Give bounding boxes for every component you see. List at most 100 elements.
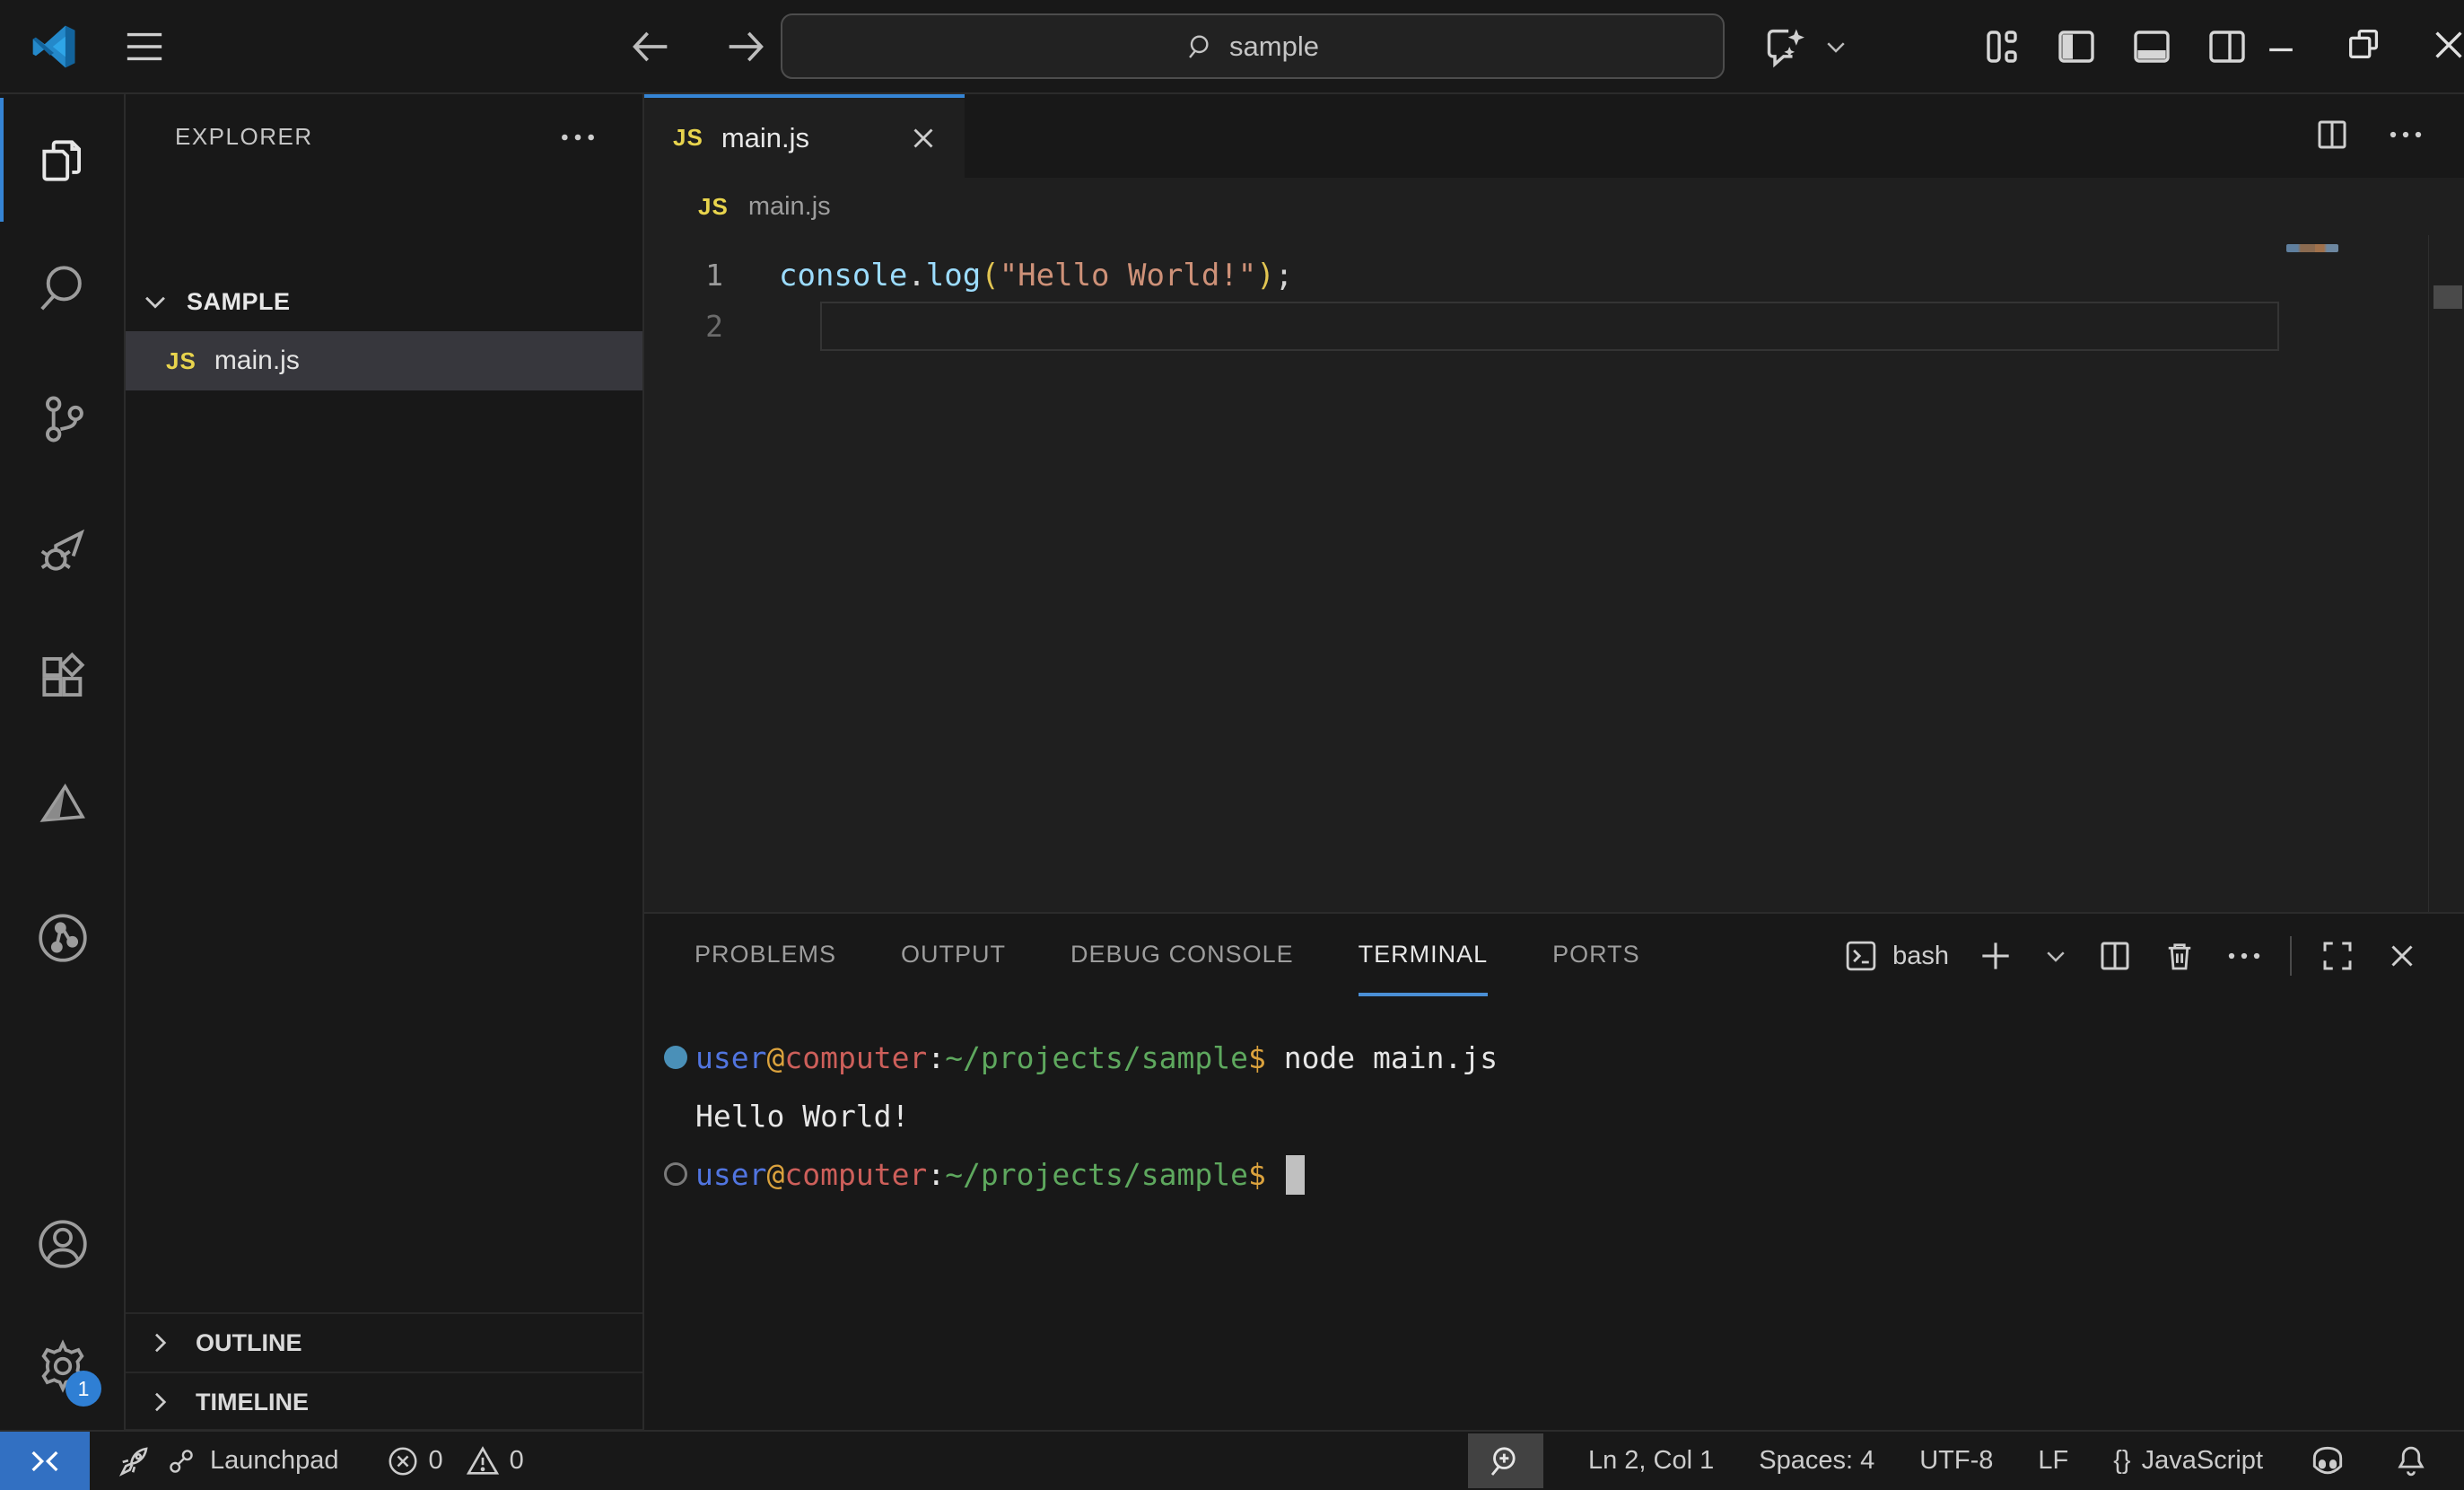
terminal-token: computer bbox=[784, 1157, 927, 1192]
breadcrumb-file: main.js bbox=[748, 192, 831, 222]
warnings-count: 0 bbox=[510, 1446, 524, 1476]
extensions-icon[interactable] bbox=[31, 647, 94, 710]
javascript-file-icon: JS bbox=[673, 124, 703, 152]
explorer-sidebar: EXPLORER SAMPLE JS main.js bbox=[126, 94, 644, 1430]
code-editor[interactable]: 1console.log("Hello World!");2 bbox=[644, 235, 2464, 912]
copilot-chevron-down-icon[interactable] bbox=[1822, 33, 1849, 60]
prompt-decoration-icon[interactable] bbox=[664, 1162, 687, 1186]
terminal-token bbox=[1266, 1157, 1284, 1192]
editor-scrollbar-slider[interactable] bbox=[2433, 285, 2462, 309]
outline-section[interactable]: OUTLINE bbox=[126, 1312, 642, 1372]
active-view-indicator bbox=[0, 98, 4, 222]
javascript-file-icon: JS bbox=[698, 193, 729, 221]
panel-tab-output[interactable]: OUTPUT bbox=[901, 916, 1006, 996]
title-bar: sample bbox=[0, 0, 2464, 94]
launchpad-status-item[interactable]: Launchpad bbox=[115, 1442, 339, 1480]
menu-icon[interactable] bbox=[124, 29, 165, 65]
remote-indicator[interactable] bbox=[0, 1432, 90, 1490]
go-forward-icon[interactable] bbox=[721, 23, 768, 70]
file-item-label: main.js bbox=[214, 346, 300, 376]
settings-badge: 1 bbox=[66, 1371, 101, 1407]
new-terminal-icon[interactable] bbox=[1976, 936, 2015, 976]
editor-scrollbar-track bbox=[2428, 235, 2429, 912]
source-control-icon[interactable] bbox=[31, 388, 94, 451]
split-terminal-icon[interactable] bbox=[2096, 937, 2134, 975]
settings-gear-icon[interactable]: 1 bbox=[31, 1335, 94, 1398]
minimize-icon[interactable] bbox=[2261, 23, 2301, 66]
code-line[interactable]: 1console.log("Hello World!"); bbox=[644, 250, 2464, 301]
panel-tab-terminal[interactable]: TERMINAL bbox=[1359, 916, 1489, 996]
token: "Hello World!" bbox=[1000, 258, 1257, 294]
tab-mainjs[interactable]: JS main.js bbox=[644, 94, 965, 178]
token: ( bbox=[981, 258, 999, 294]
run-debug-icon[interactable] bbox=[31, 519, 94, 582]
copilot-status-icon[interactable] bbox=[2308, 1442, 2347, 1481]
go-back-icon[interactable] bbox=[628, 23, 675, 70]
token: ; bbox=[1275, 258, 1293, 294]
bottom-panel: PROBLEMS OUTPUT DEBUG CONSOLE TERMINAL PORTS… bbox=[644, 912, 2464, 1430]
close-panel-icon[interactable] bbox=[2383, 937, 2421, 975]
language-mode-item[interactable]: {} JavaScript bbox=[2113, 1446, 2263, 1476]
panel-tab-problems[interactable]: PROBLEMS bbox=[695, 916, 836, 996]
launch-profile-chevron-icon[interactable] bbox=[2042, 942, 2069, 969]
command-center-search[interactable]: sample bbox=[781, 13, 1725, 79]
toggle-primary-sidebar-icon[interactable] bbox=[2055, 25, 2098, 68]
folder-section-sample[interactable]: SAMPLE bbox=[126, 274, 642, 329]
customize-layout-icon[interactable] bbox=[1983, 25, 2023, 68]
file-item-mainjs[interactable]: JS main.js bbox=[126, 331, 642, 390]
terminal-line: Hello World! bbox=[644, 1087, 2464, 1145]
errors-icon bbox=[386, 1444, 420, 1478]
terminal-token: @ bbox=[766, 1040, 784, 1075]
panel-tab-debug-console[interactable]: DEBUG CONSOLE bbox=[1070, 916, 1294, 996]
terminal-instance-bash[interactable]: bash bbox=[1842, 937, 1949, 975]
tab-label: main.js bbox=[721, 122, 809, 154]
errors-count: 0 bbox=[429, 1446, 443, 1476]
timeline-section[interactable]: TIMELINE bbox=[126, 1372, 642, 1431]
breadcrumb[interactable]: JS main.js bbox=[644, 178, 2464, 235]
notifications-bell-icon[interactable] bbox=[2392, 1442, 2430, 1480]
status-bar: Launchpad 0 0 Ln 2, Col 1 Spaces: 4 UTF-… bbox=[0, 1430, 2464, 1490]
close-window-icon[interactable] bbox=[2428, 23, 2464, 66]
command-center-text: sample bbox=[1229, 31, 1319, 63]
explorer-more-actions-icon[interactable] bbox=[558, 118, 598, 157]
zoom-status-item[interactable] bbox=[1468, 1433, 1543, 1488]
terminal[interactable]: user@computer:~/projects/sample$ node ma… bbox=[644, 998, 2464, 1430]
chevron-right-icon bbox=[145, 1388, 174, 1416]
indentation-item[interactable]: Spaces: 4 bbox=[1759, 1446, 1874, 1476]
braces-icon: {} bbox=[2113, 1446, 2130, 1476]
eol-item[interactable]: LF bbox=[2038, 1446, 2068, 1476]
maximize-panel-icon[interactable] bbox=[2319, 937, 2356, 975]
minimap[interactable] bbox=[2286, 244, 2338, 252]
search-view-icon[interactable] bbox=[31, 257, 94, 320]
toggle-secondary-sidebar-icon[interactable] bbox=[2206, 25, 2249, 68]
editor-tab-bar: JS main.js bbox=[644, 94, 2464, 178]
search-icon bbox=[1186, 32, 1215, 61]
accounts-icon[interactable] bbox=[31, 1213, 94, 1275]
kill-terminal-icon[interactable] bbox=[2161, 937, 2198, 975]
split-editor-icon[interactable] bbox=[2313, 116, 2351, 153]
terminal-token: $ bbox=[1248, 1040, 1266, 1075]
terminal-token: ~/projects/sample bbox=[945, 1040, 1248, 1075]
sidebar-title: EXPLORER bbox=[175, 123, 313, 151]
panel-tab-ports[interactable]: PORTS bbox=[1552, 916, 1640, 996]
token: log bbox=[926, 258, 981, 294]
encoding-item[interactable]: UTF-8 bbox=[1919, 1446, 1993, 1476]
tab-close-icon[interactable] bbox=[906, 121, 940, 155]
restore-icon[interactable] bbox=[2344, 23, 2385, 66]
share-extension-icon[interactable] bbox=[31, 907, 94, 969]
chevron-down-icon bbox=[140, 286, 170, 317]
copilot-icon[interactable] bbox=[1763, 23, 1810, 70]
explorer-icon[interactable] bbox=[31, 129, 94, 192]
cursor-position-item[interactable]: Ln 2, Col 1 bbox=[1588, 1446, 1714, 1476]
editor-more-actions-icon[interactable] bbox=[2387, 116, 2425, 153]
command-success-decoration-icon[interactable] bbox=[664, 1046, 687, 1069]
javascript-file-icon: JS bbox=[166, 347, 197, 375]
terminal-more-actions-icon[interactable] bbox=[2225, 937, 2263, 975]
language-label: JavaScript bbox=[2142, 1446, 2263, 1476]
outline-label: OUTLINE bbox=[196, 1329, 302, 1357]
problems-status-item[interactable]: 0 0 bbox=[386, 1443, 524, 1479]
code-line[interactable]: 2 bbox=[644, 301, 2464, 352]
toggle-panel-icon[interactable] bbox=[2130, 25, 2173, 68]
folder-section-label: SAMPLE bbox=[187, 288, 291, 316]
pyramid-extension-icon[interactable] bbox=[31, 774, 94, 837]
